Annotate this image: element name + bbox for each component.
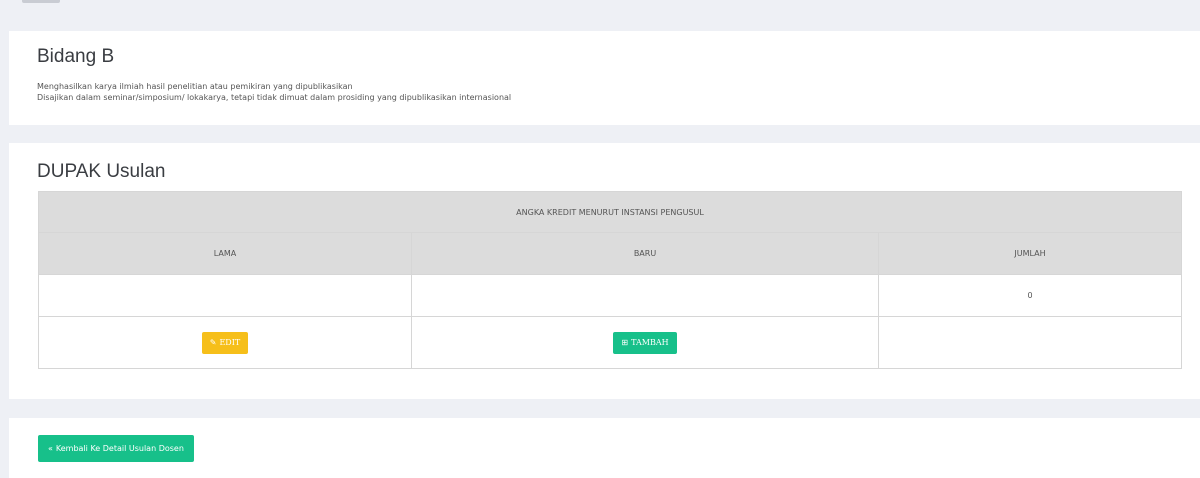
cell-empty [878, 316, 1182, 369]
cropped-header-element [22, 0, 60, 3]
dupak-title: DUPAK Usulan [37, 161, 166, 182]
bidang-description-line-1: Menghasilkan karya ilmiah hasil peneliti… [37, 82, 353, 91]
tambah-button[interactable]: ⊞ TAMBAH [613, 331, 677, 354]
cell-tambah: ⊞ TAMBAH [411, 316, 879, 369]
edit-button[interactable]: ✎ EDIT [201, 331, 249, 354]
cell-jumlah-value: 0 [878, 274, 1182, 317]
footer-card: «Kembali Ke Detail Usulan Dosen [9, 418, 1200, 478]
plus-square-icon: ⊞ [621, 337, 629, 347]
tambah-button-label: TAMBAH [631, 337, 669, 347]
table-row: 0 [38, 274, 1182, 317]
top-bar-remnant [0, 0, 1200, 10]
page: Bidang B Menghasilkan karya ilmiah hasil… [0, 0, 1200, 478]
column-header-jumlah: JUMLAH [878, 232, 1182, 275]
bidang-title: Bidang B [37, 46, 115, 67]
column-header-baru: BARU [411, 232, 879, 275]
edit-button-label: EDIT [219, 337, 241, 347]
dupak-table: ANGKA KREDIT MENURUT INSTANSI PENGUSUL L… [38, 191, 1182, 369]
bidang-description-line-2: Disajikan dalam seminar/simposium/ lokak… [37, 93, 512, 102]
back-button-label: Kembali Ke Detail Usulan Dosen [55, 444, 184, 453]
cell-baru-value [411, 274, 879, 317]
dupak-card: DUPAK Usulan ANGKA KREDIT MENURUT INSTAN… [9, 143, 1200, 399]
back-to-detail-button[interactable]: «Kembali Ke Detail Usulan Dosen [38, 435, 194, 462]
column-header-lama: LAMA [38, 232, 412, 275]
cell-edit: ✎ EDIT [38, 316, 412, 369]
cell-lama-value [38, 274, 412, 317]
group-header: ANGKA KREDIT MENURUT INSTANSI PENGUSUL [38, 191, 1182, 233]
edit-icon: ✎ [209, 337, 217, 347]
angle-double-left-icon: « [48, 444, 53, 453]
table-row-actions: ✎ EDIT ⊞ TAMBAH [38, 316, 1182, 369]
bidang-card: Bidang B Menghasilkan karya ilmiah hasil… [9, 31, 1200, 125]
